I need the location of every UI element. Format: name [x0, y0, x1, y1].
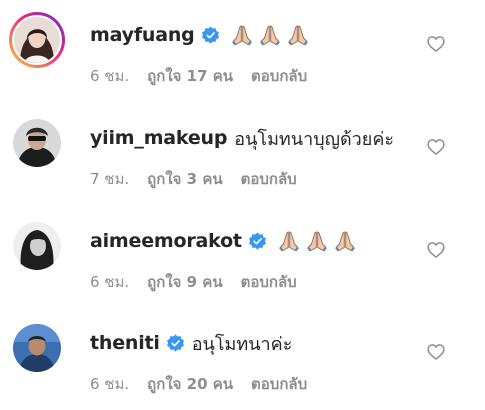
reply-button[interactable]: ตอบกลับ	[251, 372, 307, 396]
username-link[interactable]: mayfuang	[90, 24, 195, 46]
folded-hands-emoji	[277, 229, 301, 253]
avatar-image	[14, 17, 60, 63]
avatar[interactable]	[13, 324, 61, 372]
verified-badge-icon	[201, 25, 220, 45]
reply-button[interactable]: ตอบกลับ	[241, 167, 297, 191]
folded-hands-emoji	[333, 229, 357, 253]
comment-item: yiim_makeup อนุโมทนาบุญด้วยค่ะ 7 ชม. ถูก…	[0, 113, 485, 213]
comment-time[interactable]: 7 ชม.	[90, 167, 129, 191]
avatar-image	[13, 222, 61, 270]
avatar[interactable]	[9, 12, 65, 68]
comment-line: aimeemorakot	[90, 226, 357, 256]
folded-hands-emoji	[230, 23, 254, 47]
comment-meta: 6 ชม. ถูกใจ 20 คน ตอบกลับ	[90, 373, 325, 395]
comment-likes[interactable]: ถูกใจ 3 คน	[147, 167, 222, 191]
comment-time[interactable]: 6 ชม.	[90, 372, 129, 396]
heart-outline-icon[interactable]	[426, 137, 446, 157]
heart-outline-icon[interactable]	[426, 342, 446, 362]
folded-hands-emoji	[286, 23, 310, 47]
comment-meta: 6 ชม. ถูกใจ 9 คน ตอบกลับ	[90, 271, 315, 293]
comment-text: อนุโมทนาค่ะ	[191, 333, 293, 355]
comment-meta: 7 ชม. ถูกใจ 3 คน ตอบกลับ	[90, 168, 315, 190]
comment-time[interactable]: 6 ชม.	[90, 64, 129, 88]
comment-emojis	[273, 229, 357, 253]
comment-line: mayfuang	[90, 20, 310, 50]
username-link[interactable]: aimeemorakot	[90, 230, 242, 252]
comment-meta: 6 ชม. ถูกใจ 17 คน ตอบกลับ	[90, 65, 325, 87]
comment-emojis	[226, 23, 310, 47]
comment-line: theniti อนุโมทนาค่ะ	[90, 328, 292, 358]
verified-badge-icon	[248, 231, 267, 251]
avatar-image	[13, 119, 61, 167]
comment-list: mayfuang 6 ชม. ถูกใจ 17 คน ตอบกลับ yiim_…	[0, 0, 485, 410]
comment-likes[interactable]: ถูกใจ 9 คน	[147, 270, 222, 294]
verified-badge-icon	[166, 333, 185, 353]
folded-hands-emoji	[258, 23, 282, 47]
comment-time[interactable]: 6 ชม.	[90, 270, 129, 294]
comment-item: aimeemorakot 6 ชม. ถูกใจ 9 คน ตอบกลับ	[0, 216, 485, 316]
comment-item: theniti อนุโมทนาค่ะ 6 ชม. ถูกใจ 20 คน ตอ…	[0, 318, 485, 410]
heart-outline-icon[interactable]	[426, 240, 446, 260]
avatar[interactable]	[13, 222, 61, 270]
reply-button[interactable]: ตอบกลับ	[241, 270, 297, 294]
username-link[interactable]: yiim_makeup	[90, 127, 227, 149]
comment-likes[interactable]: ถูกใจ 17 คน	[147, 64, 233, 88]
heart-outline-icon[interactable]	[426, 34, 446, 54]
comment-text: อนุโมทนาบุญด้วยค่ะ	[234, 128, 395, 150]
comment-likes[interactable]: ถูกใจ 20 คน	[147, 372, 233, 396]
avatar-ring	[12, 15, 62, 65]
avatar-image	[13, 324, 61, 372]
avatar[interactable]	[13, 119, 61, 167]
reply-button[interactable]: ตอบกลับ	[251, 64, 307, 88]
username-link[interactable]: theniti	[90, 332, 160, 354]
folded-hands-emoji	[305, 229, 329, 253]
comment-line: yiim_makeup อนุโมทนาบุญด้วยค่ะ	[90, 123, 394, 153]
comment-item: mayfuang 6 ชม. ถูกใจ 17 คน ตอบกลับ	[0, 10, 485, 110]
